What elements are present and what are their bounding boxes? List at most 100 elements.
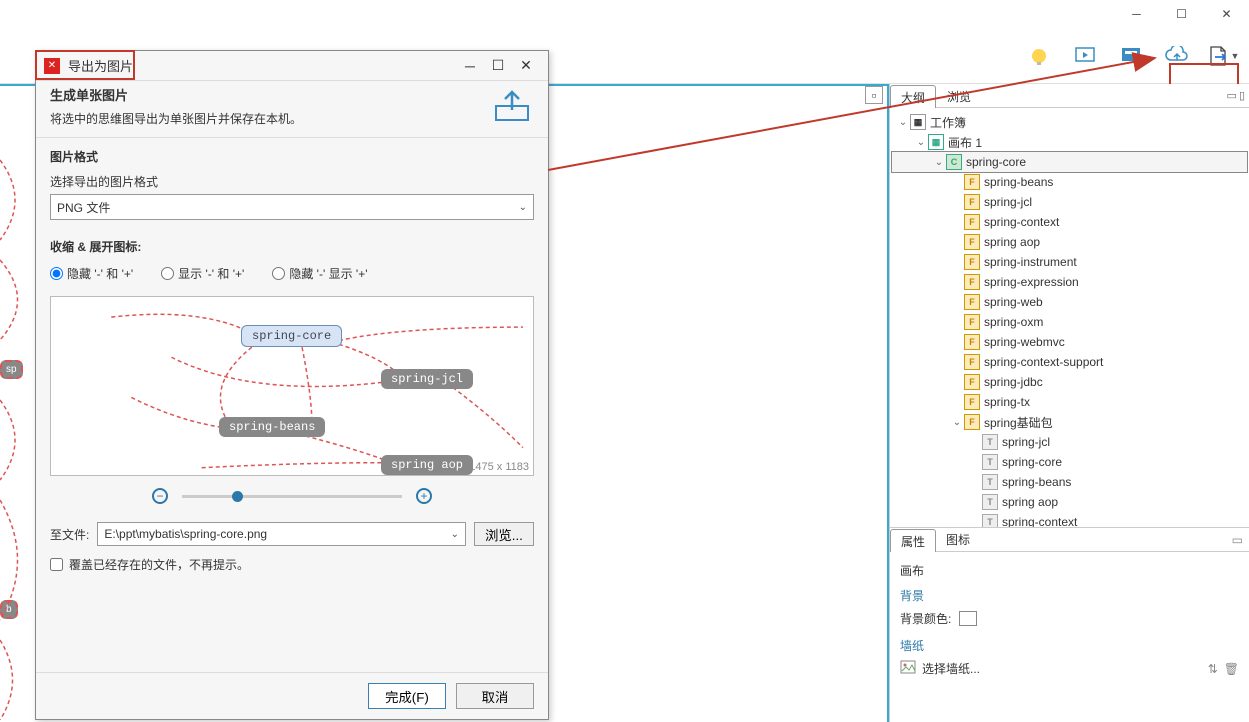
tree-row[interactable]: Tspring aop xyxy=(892,492,1247,512)
dialog-close-button[interactable]: ✕ xyxy=(512,57,540,74)
zoom-in-button[interactable]: + xyxy=(416,488,432,504)
t-icon: T xyxy=(982,474,998,490)
maximize-button[interactable]: ☐ xyxy=(1159,0,1204,28)
canvas-icon: ▦ xyxy=(928,134,944,150)
tree-row[interactable]: Fspring-context xyxy=(892,212,1247,232)
minimize-button[interactable]: ─ xyxy=(1114,0,1159,28)
tree-row[interactable]: ⌄▦画布 1 xyxy=(892,132,1247,152)
tree-row[interactable]: ⌄▦工作簿 xyxy=(892,112,1247,132)
tree-label: spring-beans xyxy=(984,175,1053,189)
image-icon xyxy=(900,660,916,677)
c-icon: C xyxy=(946,154,962,170)
workbook-icon: ▦ xyxy=(910,114,926,130)
f-icon: F xyxy=(964,234,980,250)
tree-row[interactable]: Tspring-beans xyxy=(892,472,1247,492)
props-collapse-icon[interactable]: ▭ xyxy=(1232,533,1243,547)
t-icon: T xyxy=(982,514,998,528)
radio-hide-both[interactable]: 隐藏 '-' 和 '+' xyxy=(50,265,133,282)
tree-label: spring-jcl xyxy=(984,195,1032,209)
preview-node-core: spring-core xyxy=(241,325,342,347)
f-icon: F xyxy=(964,354,980,370)
overwrite-checkbox[interactable]: 覆盖已经存在的文件，不再提示。 xyxy=(50,556,534,573)
tab-outline[interactable]: 大纲 xyxy=(890,85,936,108)
f-icon: F xyxy=(964,194,980,210)
radio-hide-minus[interactable]: 隐藏 '-' 显示 '+' xyxy=(272,265,367,282)
outline-tree[interactable]: ⌄▦工作簿⌄▦画布 1⌄Cspring-coreFspring-beansFsp… xyxy=(890,108,1249,528)
format-sub-label: 选择导出的图片格式 xyxy=(50,173,534,190)
presentation-icon[interactable] xyxy=(1067,38,1103,74)
f-icon: F xyxy=(964,314,980,330)
tree-label: spring-expression xyxy=(984,275,1079,289)
tree-label: spring-tx xyxy=(984,395,1030,409)
finish-button[interactable]: 完成(F) xyxy=(368,683,446,709)
tab-properties[interactable]: 属性 xyxy=(890,529,936,552)
tree-toggle-icon[interactable]: ⌄ xyxy=(950,417,964,428)
f-icon: F xyxy=(964,214,980,230)
panel-max-icon[interactable]: ▯ xyxy=(1239,89,1245,102)
tree-label: spring-context xyxy=(1002,515,1077,528)
slideshow-icon[interactable] xyxy=(1113,38,1149,74)
wallpaper-select[interactable]: 选择墙纸... xyxy=(922,660,980,677)
tree-row[interactable]: Fspring-webmvc xyxy=(892,332,1247,352)
tree-row[interactable]: Fspring-instrument xyxy=(892,252,1247,272)
f-icon: F xyxy=(964,174,980,190)
f-icon: F xyxy=(964,254,980,270)
trash-icon[interactable]: 🗑 xyxy=(1224,662,1239,676)
tree-label: spring aop xyxy=(1002,495,1058,509)
tree-row[interactable]: ⌄Fspring基础包 xyxy=(892,412,1247,432)
updown-icon[interactable]: ⇅ xyxy=(1208,662,1218,676)
tree-row[interactable]: Fspring-jdbc xyxy=(892,372,1247,392)
t-icon: T xyxy=(982,454,998,470)
zoom-out-button[interactable]: − xyxy=(152,488,168,504)
tree-row[interactable]: Fspring-jcl xyxy=(892,192,1247,212)
tree-row[interactable]: Fspring-web xyxy=(892,292,1247,312)
tree-toggle-icon[interactable]: ⌄ xyxy=(896,117,910,128)
zoom-slider[interactable] xyxy=(182,495,402,498)
tree-row[interactable]: Tspring-context xyxy=(892,512,1247,528)
tree-label: spring-webmvc xyxy=(984,335,1065,349)
dialog-maximize-button[interactable]: ☐ xyxy=(484,57,512,74)
tree-row[interactable]: Fspring-context-support xyxy=(892,352,1247,372)
tree-label: spring基础包 xyxy=(984,414,1053,431)
tree-label: spring-instrument xyxy=(984,255,1077,269)
dialog-minimize-button[interactable]: ─ xyxy=(456,58,484,74)
props-bg-section: 背景 xyxy=(900,587,1239,604)
hint-icon[interactable] xyxy=(1021,38,1057,74)
properties-panel: 属性 图标 ▭ 画布 背景 背景颜色: 墙纸 选择墙纸... ⇅ 🗑 xyxy=(890,528,1249,722)
preview-node-aop: spring aop xyxy=(381,455,473,475)
tree-row[interactable]: Fspring-oxm xyxy=(892,312,1247,332)
tree-row[interactable]: ⌄Cspring-core xyxy=(892,152,1247,172)
bgcolor-swatch[interactable] xyxy=(959,611,977,626)
collapse-group-label: 收缩 & 展开图标: xyxy=(50,238,534,255)
panel-min-icon[interactable]: ▭ xyxy=(1227,89,1237,102)
path-input[interactable]: E:\ppt\mybatis\spring-core.png ⌄ xyxy=(97,522,466,546)
t-icon: T xyxy=(982,494,998,510)
tree-row[interactable]: Fspring-expression xyxy=(892,272,1247,292)
radio-show-both[interactable]: 显示 '-' 和 '+' xyxy=(161,265,244,282)
tree-row[interactable]: Fspring-beans xyxy=(892,172,1247,192)
tree-toggle-icon[interactable]: ⌄ xyxy=(914,137,928,148)
restore-canvas-button[interactable]: ▫ xyxy=(865,86,883,104)
browse-button[interactable]: 浏览... xyxy=(474,522,534,546)
cancel-button[interactable]: 取消 xyxy=(456,683,534,709)
dialog-titlebar[interactable]: ✕ 导出为图片 ─ ☐ ✕ xyxy=(36,51,548,81)
export-preview: spring-core spring-jcl spring-beans spri… xyxy=(50,296,534,476)
f-icon: F xyxy=(964,274,980,290)
preview-dimensions: 1475 x 1183 xyxy=(469,461,529,473)
tree-label: spring-context xyxy=(984,215,1059,229)
tree-row[interactable]: Tspring-core xyxy=(892,452,1247,472)
tab-browse[interactable]: 浏览 xyxy=(936,84,982,107)
tree-toggle-icon[interactable]: ⌄ xyxy=(932,157,946,168)
format-select[interactable]: PNG 文件 ⌄ xyxy=(50,194,534,220)
close-button[interactable]: ✕ xyxy=(1204,0,1249,28)
tree-row[interactable]: Tspring-jcl xyxy=(892,432,1247,452)
path-value: E:\ppt\mybatis\spring-core.png xyxy=(104,527,267,541)
chevron-down-icon: ⌄ xyxy=(519,202,527,213)
tree-row[interactable]: Fspring aop xyxy=(892,232,1247,252)
export-dialog: ✕ 导出为图片 ─ ☐ ✕ 生成单张图片 将选中的思维图导出为单张图片并保存在本… xyxy=(35,50,549,720)
preview-node-beans: spring-beans xyxy=(219,417,325,437)
tab-icons[interactable]: 图标 xyxy=(936,528,980,551)
t-icon: T xyxy=(982,434,998,450)
tree-label: spring-web xyxy=(984,295,1043,309)
tree-row[interactable]: Fspring-tx xyxy=(892,392,1247,412)
